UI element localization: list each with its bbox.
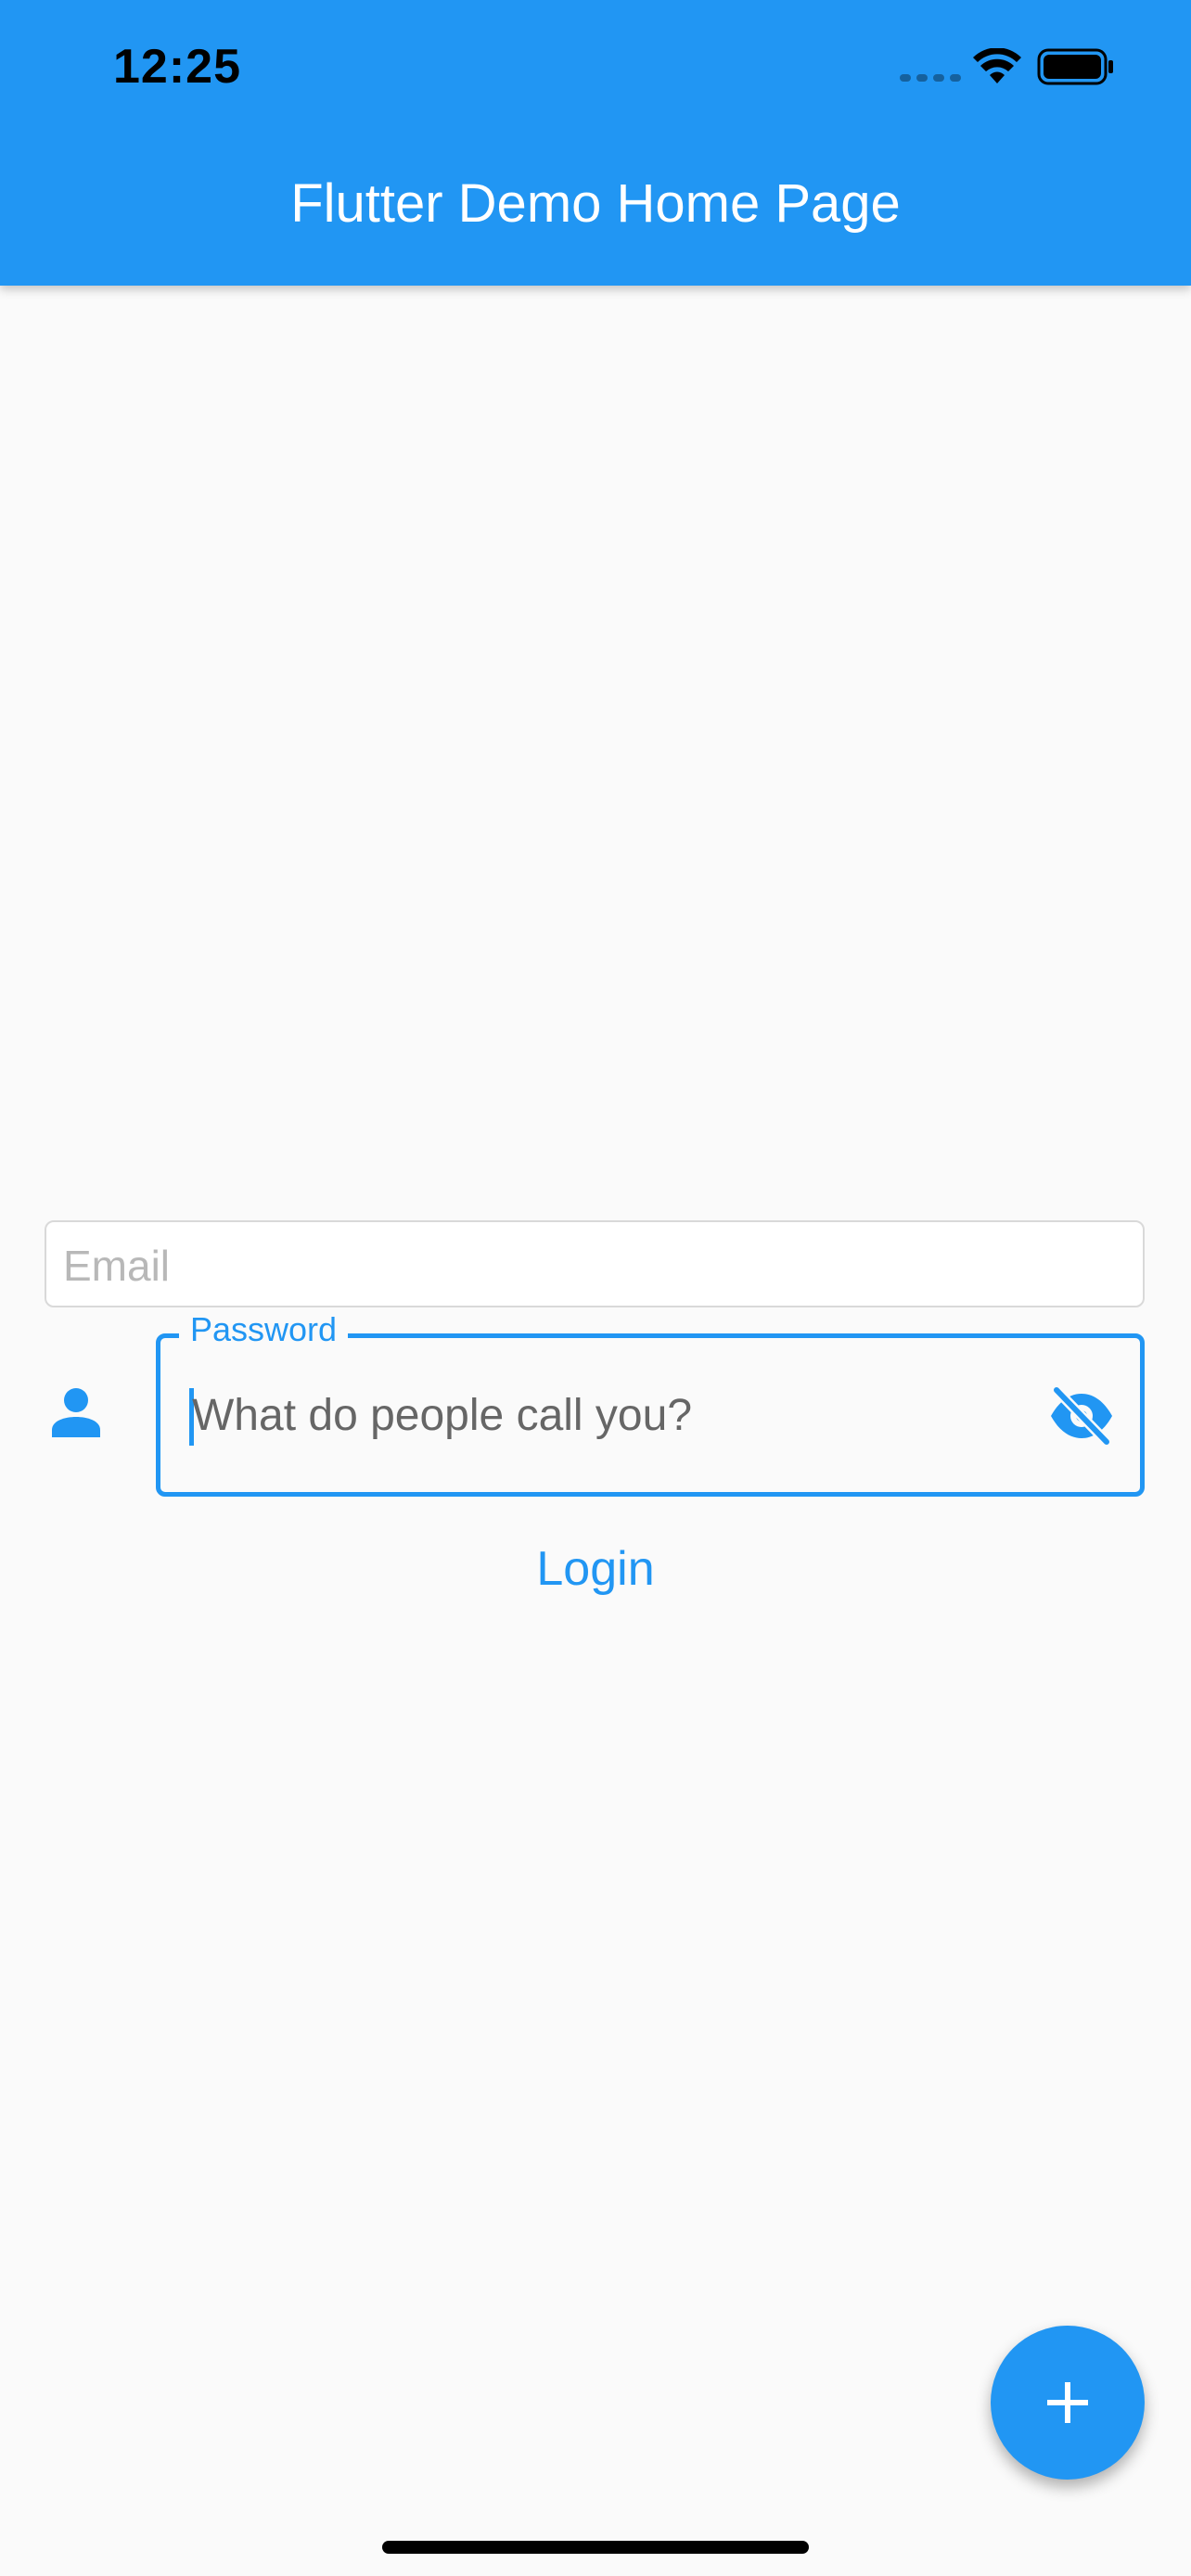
- page-title: Flutter Demo Home Page: [290, 173, 901, 234]
- email-field[interactable]: Email: [45, 1220, 1145, 1307]
- app-bar: 12:25 Flutter Demo Home Page: [0, 0, 1191, 286]
- login-button[interactable]: Login: [503, 1530, 688, 1608]
- add-icon: [1047, 2382, 1088, 2423]
- visibility-off-icon[interactable]: [1049, 1386, 1114, 1446]
- person-icon: [52, 1388, 100, 1437]
- battery-icon: [1037, 48, 1113, 85]
- password-hint: What do people call you?: [192, 1391, 693, 1440]
- password-label: Password: [179, 1310, 349, 1349]
- add-button[interactable]: [991, 2326, 1145, 2480]
- email-placeholder: Email: [63, 1242, 171, 1290]
- password-field[interactable]: Password What do people call you?: [156, 1310, 1145, 1497]
- status-time: 12:25: [113, 40, 241, 94]
- home-indicator[interactable]: [382, 2541, 809, 2554]
- wifi-icon: [973, 48, 1021, 83]
- cellular-signal-icon: [900, 74, 961, 82]
